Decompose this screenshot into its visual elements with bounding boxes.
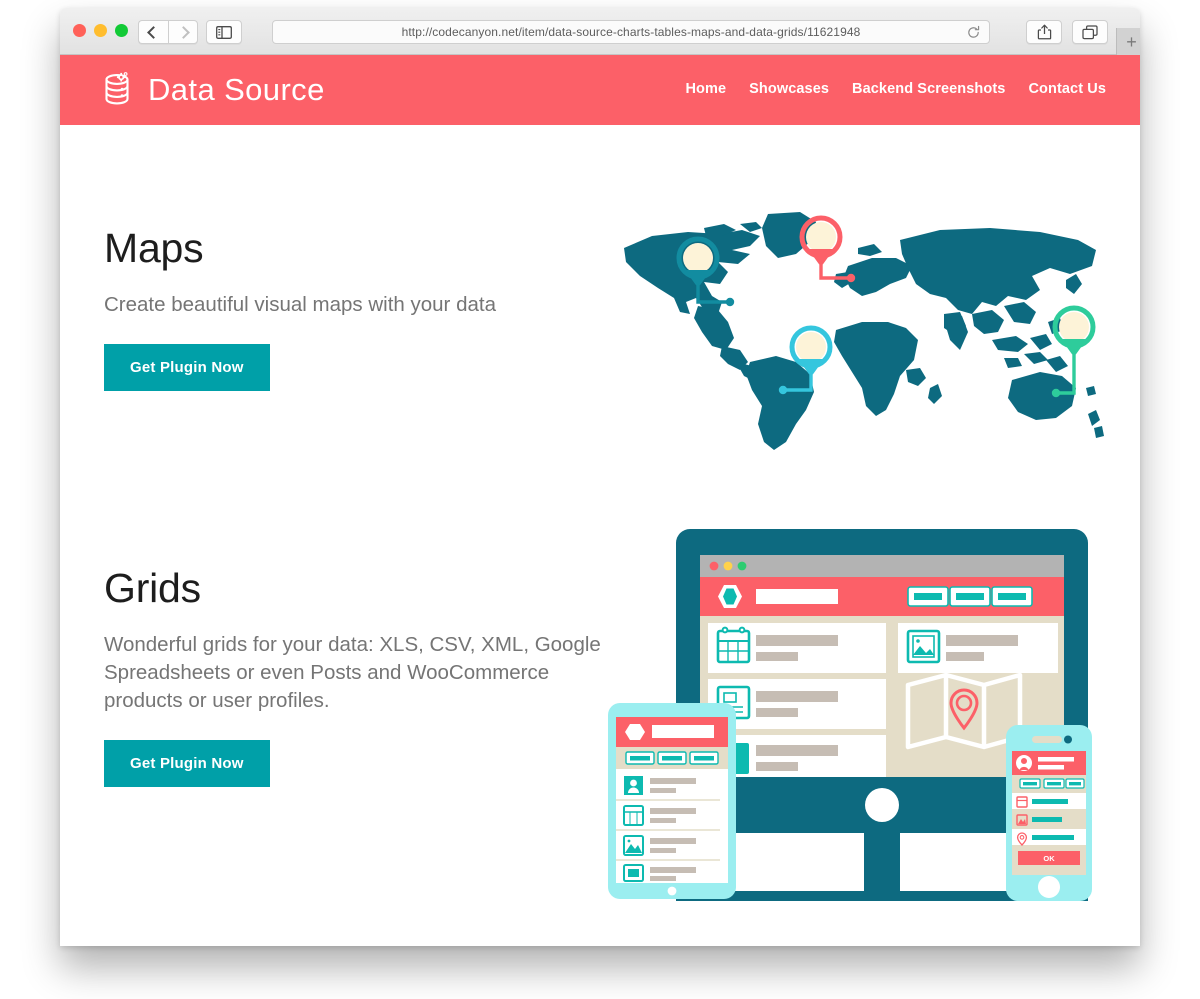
forward-button[interactable] <box>168 20 198 44</box>
maps-get-plugin-button[interactable]: Get Plugin Now <box>104 344 270 392</box>
maps-title: Maps <box>104 225 204 271</box>
section-grids: Grids Wonderful grids for your data: XLS… <box>60 565 605 788</box>
page-content: Maps Create beautiful visual maps with y… <box>60 125 1140 946</box>
chevron-right-icon <box>176 25 190 39</box>
nav-item-home[interactable]: Home <box>685 81 726 97</box>
new-tab-button[interactable]: + <box>1116 28 1140 55</box>
grids-get-plugin-button[interactable]: Get Plugin Now <box>104 740 270 788</box>
chevron-left-icon <box>147 25 160 39</box>
database-gear-icon <box>105 72 129 105</box>
calendar-icon <box>716 626 751 664</box>
grids-text-block: Grids Wonderful grids for your data: XLS… <box>60 565 605 788</box>
tabs-icon <box>1082 24 1098 39</box>
grids-description: Wonderful grids for your data: XLS, CSV,… <box>104 633 601 713</box>
window-traffic-lights <box>73 24 128 37</box>
brand-logo[interactable]: Data Source <box>101 70 325 110</box>
close-window-button[interactable] <box>73 24 86 37</box>
site-header: Data Source Home Showcases Backend Scree… <box>60 55 1140 125</box>
sidebar-toggle-button[interactable] <box>206 20 242 44</box>
share-button[interactable] <box>1026 20 1062 44</box>
show-tabs-button[interactable] <box>1072 20 1108 44</box>
phone-ok-label: OK <box>1043 854 1055 863</box>
devices-svg: OK <box>608 529 1092 901</box>
nav-item-showcases[interactable]: Showcases <box>749 81 829 97</box>
zoom-window-button[interactable] <box>115 24 128 37</box>
brand-name: Data Source <box>148 72 325 107</box>
nav-item-backend-screenshots[interactable]: Backend Screenshots <box>852 81 1005 97</box>
grids-title: Grids <box>104 565 201 611</box>
nav-item-contact-us[interactable]: Contact Us <box>1028 81 1106 97</box>
back-button[interactable] <box>138 20 168 44</box>
world-map-svg <box>624 212 1104 450</box>
maps-text-block: Maps Create beautiful visual maps with y… <box>60 225 605 392</box>
tablet-list <box>616 771 720 883</box>
section-maps: Maps Create beautiful visual maps with y… <box>60 225 605 392</box>
devices-illustration: OK <box>608 525 1108 907</box>
browser-window: http://codecanyon.net/item/data-source-c… <box>60 8 1140 946</box>
browser-toolbar: http://codecanyon.net/item/data-source-c… <box>60 8 1140 55</box>
sidebar-icon <box>216 25 232 39</box>
url-text: http://codecanyon.net/item/data-source-c… <box>401 25 861 39</box>
world-map-illustration <box>600 210 1110 460</box>
maps-description: Create beautiful visual maps with your d… <box>104 293 496 316</box>
minimize-window-button[interactable] <box>94 24 107 37</box>
share-icon <box>1037 24 1051 40</box>
address-bar[interactable]: http://codecanyon.net/item/data-source-c… <box>272 20 990 44</box>
site-navigation: Home Showcases Backend Screenshots Conta… <box>685 81 1106 99</box>
image-icon <box>906 629 941 664</box>
reload-icon[interactable] <box>966 25 981 40</box>
tablet-device <box>608 703 736 899</box>
phone-device: OK <box>1006 725 1092 901</box>
